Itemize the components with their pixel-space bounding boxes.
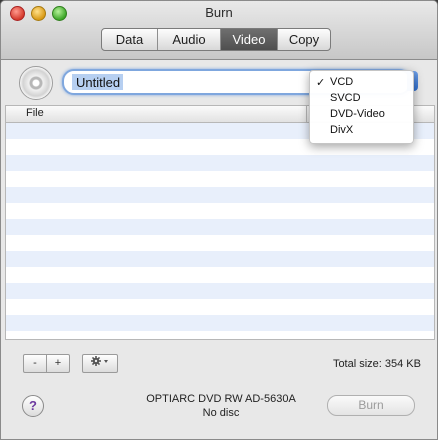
format-menu: ✓ VCD SVCD DVD-Video DivX	[309, 70, 414, 144]
tab-audio[interactable]: Audio	[158, 29, 221, 50]
column-file[interactable]: File	[26, 107, 44, 119]
menu-item-divx[interactable]: DivX	[310, 123, 413, 139]
column-divider	[306, 106, 307, 122]
drive-name: OPTIARC DVD RW AD-5630A	[146, 393, 296, 405]
list-row	[6, 203, 434, 219]
menu-item-dvd-video[interactable]: DVD-Video	[310, 107, 413, 123]
titlebar: Burn Data Audio Video Copy	[1, 1, 437, 60]
tab-video[interactable]: Video	[221, 29, 278, 50]
menu-item-label: DivX	[330, 124, 354, 136]
list-row	[6, 187, 434, 203]
menu-item-label: VCD	[330, 76, 354, 88]
list-row	[6, 251, 434, 267]
menu-item-svcd[interactable]: SVCD	[310, 91, 413, 107]
burn-window: Burn Data Audio Video Copy File	[0, 0, 438, 440]
list-row	[6, 219, 434, 235]
list-row	[6, 155, 434, 171]
action-menu-button[interactable]	[82, 354, 118, 373]
add-file-button[interactable]: +	[46, 354, 70, 373]
disc-name-input[interactable]	[74, 73, 308, 92]
drive-info: OPTIARC DVD RW AD-5630A No disc	[111, 392, 331, 420]
disc-icon	[19, 66, 53, 100]
list-row	[6, 171, 434, 187]
mode-tabs: Data Audio Video Copy	[101, 28, 331, 51]
list-row	[6, 283, 434, 299]
menu-item-label: DVD-Video	[330, 108, 385, 120]
remove-file-button[interactable]: -	[23, 354, 47, 373]
list-row	[6, 331, 434, 339]
disc-status: No disc	[202, 407, 240, 419]
checkmark-icon: ✓	[316, 77, 326, 89]
menu-item-label: SVCD	[330, 92, 361, 104]
list-rows	[6, 123, 434, 339]
total-size-label: Total size: 354 KB	[332, 358, 421, 370]
tab-data[interactable]: Data	[102, 29, 158, 50]
burn-button[interactable]: Burn	[327, 395, 415, 416]
list-row	[6, 235, 434, 251]
list-row	[6, 267, 434, 283]
window-title: Burn	[205, 5, 233, 20]
menu-item-vcd[interactable]: ✓ VCD	[310, 75, 413, 91]
list-row	[6, 315, 434, 331]
help-button[interactable]: ?	[22, 395, 44, 417]
list-row	[6, 299, 434, 315]
tab-copy[interactable]: Copy	[278, 29, 330, 50]
gear-icon	[91, 356, 108, 366]
